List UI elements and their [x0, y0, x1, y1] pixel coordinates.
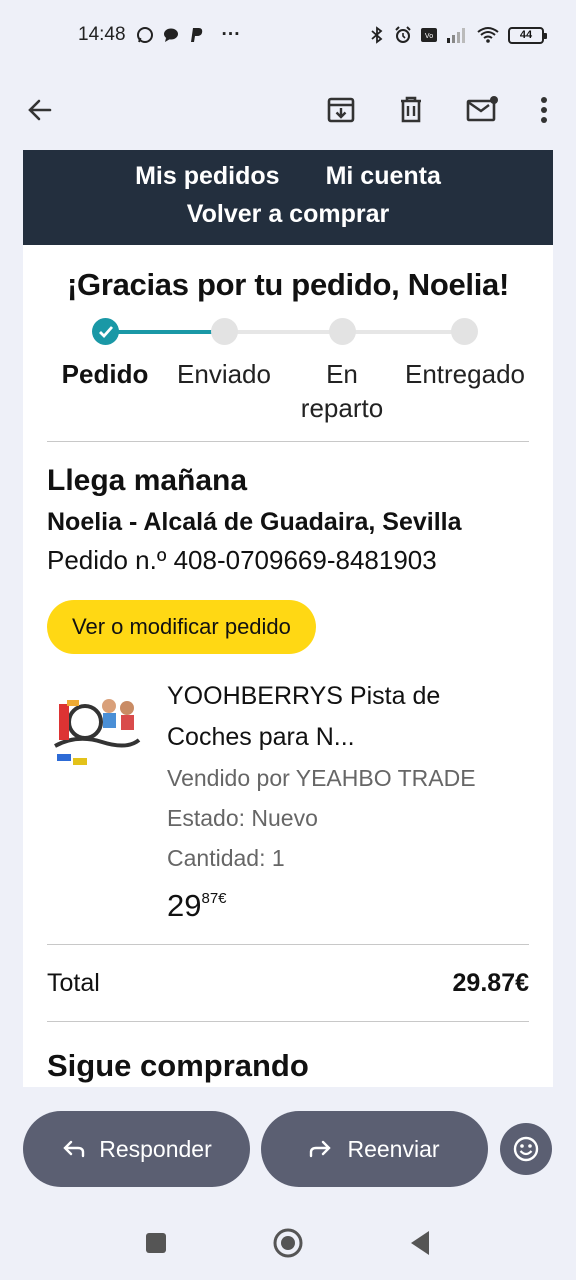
divider [47, 1021, 529, 1022]
home-circle-icon [273, 1228, 303, 1258]
back-nav-button[interactable] [404, 1227, 436, 1259]
status-time: 14:48 [78, 24, 126, 45]
my-orders-link[interactable]: Mis pedidos [135, 162, 279, 200]
emoji-reaction-button[interactable] [500, 1123, 552, 1175]
order-item: YOOHBERRYS Pista de Coches para N... Vend… [47, 676, 529, 924]
delete-icon [401, 96, 421, 123]
divider [47, 441, 529, 442]
amazon-nav-bar: Mis pedidos Mi cuenta Volver a comprar [23, 150, 553, 245]
price-fraction: 87€ [201, 890, 227, 907]
home-button[interactable] [272, 1227, 304, 1259]
mark-unread-icon [466, 96, 498, 122]
reply-icon [63, 1140, 85, 1158]
more-vert-icon [541, 97, 547, 123]
email-toolbar [0, 70, 576, 150]
email-body: Mis pedidos Mi cuenta Volver a comprar ¡… [23, 150, 553, 1087]
total-amount: 29.87€ [452, 968, 529, 997]
archive-icon [327, 97, 355, 123]
product-quantity: Cantidad: 1 [167, 845, 285, 871]
volte-icon: Vo [421, 28, 437, 42]
step-label-shipped: Enviado [177, 359, 271, 389]
recents-button[interactable] [140, 1227, 172, 1259]
total-label: Total [47, 968, 100, 997]
step-dot-delivered [451, 318, 478, 345]
svg-text:Vo: Vo [425, 33, 433, 40]
back-button[interactable] [20, 90, 60, 130]
wifi-icon [477, 27, 499, 43]
order-number: Pedido n.º 408-0709669-8481903 [47, 545, 437, 575]
step-dot-ordered [92, 318, 119, 345]
product-seller: Vendido por YEAHBO TRADE [167, 765, 476, 791]
whatsapp-icon [136, 27, 153, 43]
mark-unread-button[interactable] [462, 90, 502, 130]
recents-square-icon [146, 1233, 166, 1253]
signal-icon [447, 28, 465, 43]
forward-button[interactable]: Reenviar [261, 1111, 488, 1187]
keep-shopping-heading: Sigue comprando [47, 1048, 309, 1083]
archive-button[interactable] [321, 90, 361, 130]
step-label-ordered: Pedido [61, 359, 149, 389]
alarm-icon [395, 26, 411, 43]
forward-label: Reenviar [347, 1135, 440, 1162]
total-row: Total 29.87€ [47, 945, 529, 1021]
reply-button[interactable]: Responder [23, 1111, 250, 1187]
product-image[interactable] [47, 684, 147, 784]
status-more: ··· [221, 24, 241, 45]
system-navigation-bar [0, 1205, 576, 1280]
status-bar: 14:48 ··· Vo 44 [0, 0, 576, 70]
step-dot-out-for-delivery [329, 318, 356, 345]
back-arrow-icon [28, 99, 52, 121]
smiley-icon [513, 1136, 539, 1162]
product-condition: Estado: Nuevo [167, 805, 318, 831]
reply-label: Responder [99, 1135, 212, 1162]
product-title[interactable]: YOOHBERRYS Pista de Coches para N... [167, 676, 529, 758]
buy-again-link[interactable]: Volver a comprar [187, 200, 389, 228]
shipping-address: Noelia - Alcalá de Guadaira, Sevilla [47, 508, 462, 536]
more-options-button[interactable] [524, 90, 564, 130]
battery-level: 44 [519, 29, 533, 41]
step-label-out-for-delivery: En reparto [300, 359, 384, 423]
price-whole: 29 [167, 888, 202, 923]
status-left: 14:48 ··· [78, 24, 241, 46]
step-label-delivered: Entregado [405, 359, 525, 389]
arrival-heading: Llega mañana [47, 464, 248, 497]
status-right: Vo 44 [368, 26, 547, 44]
forward-icon [310, 1140, 332, 1158]
order-progress-tracker: Pedido Enviado En reparto Entregado [47, 317, 529, 441]
bluetooth-icon [371, 26, 383, 44]
chat-icon [163, 28, 178, 42]
delete-button[interactable] [391, 90, 431, 130]
thanks-heading: ¡Gracias por tu pedido, Noelia! [67, 267, 509, 302]
view-modify-order-button[interactable]: Ver o modificar pedido [47, 600, 316, 654]
product-price: 2987€ [167, 888, 529, 924]
step-dot-shipped [211, 318, 238, 345]
paypal-icon [190, 28, 202, 42]
back-triangle-icon [411, 1231, 429, 1255]
progress-line-done [105, 330, 225, 334]
my-account-link[interactable]: Mi cuenta [326, 162, 441, 200]
battery-indicator: 44 [508, 26, 547, 44]
check-icon [98, 325, 113, 338]
